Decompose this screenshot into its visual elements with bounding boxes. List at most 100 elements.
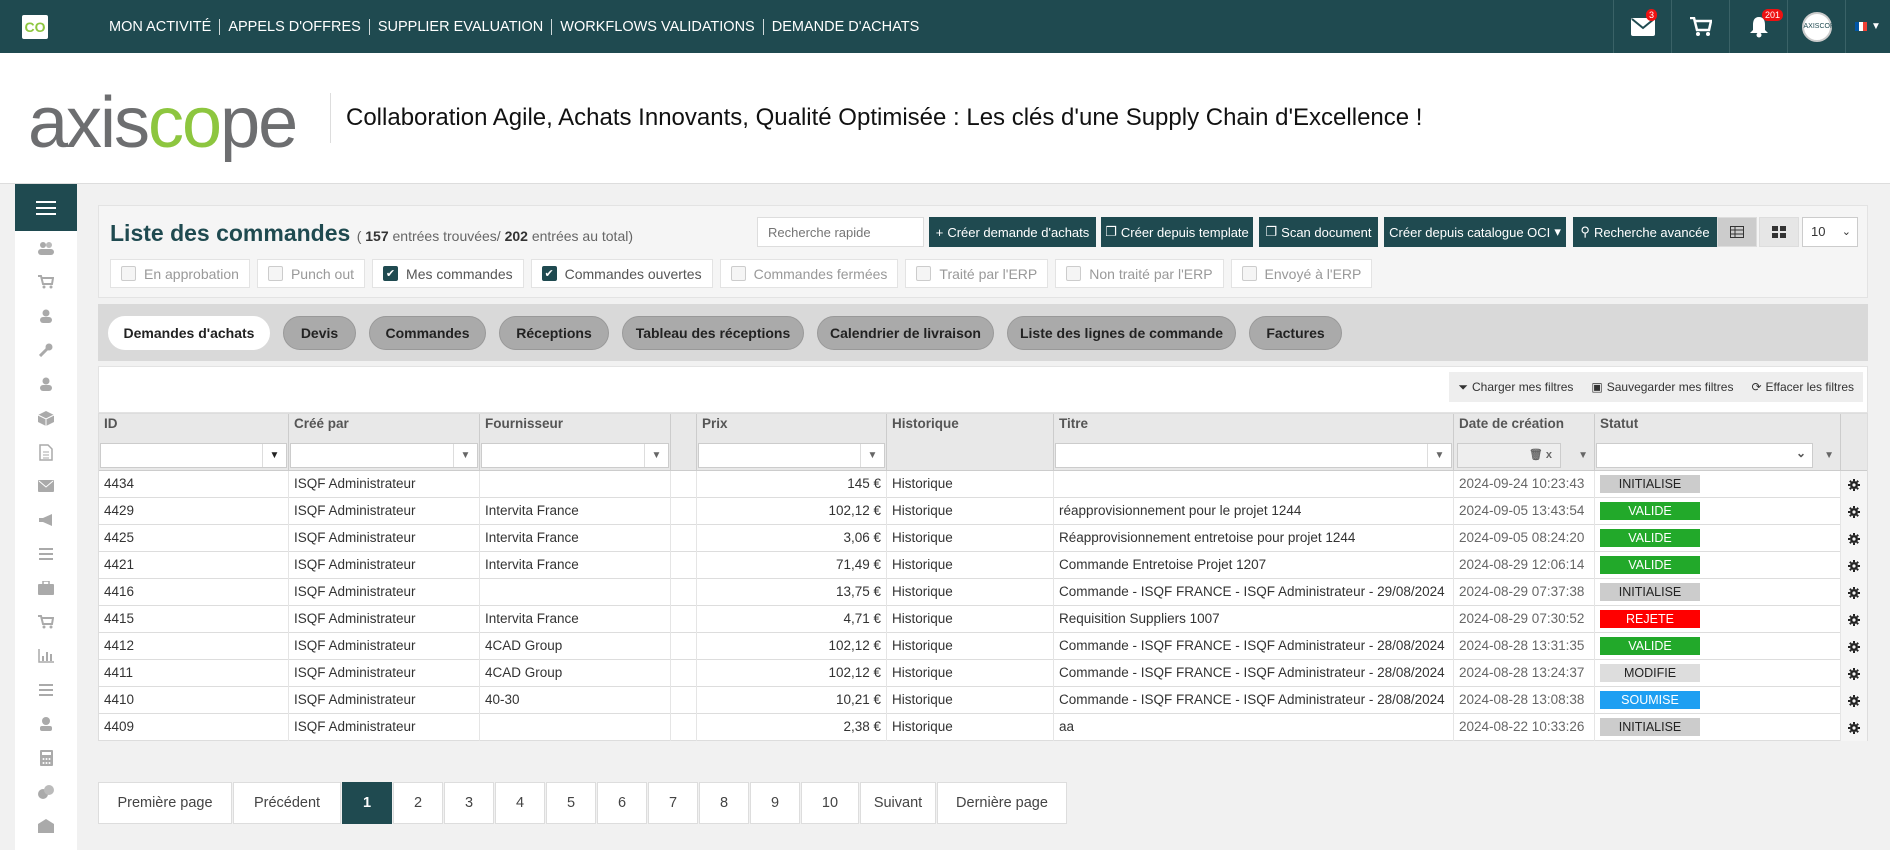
checkbox[interactable] <box>916 266 932 281</box>
pager-button[interactable]: 6 <box>597 782 647 824</box>
table-row[interactable]: 4411 ISQF Administrateur 4CAD Group 102,12 … <box>99 660 1867 687</box>
pager-button[interactable]: 9 <box>750 782 800 824</box>
sidebar-item-warehouse[interactable] <box>15 809 77 843</box>
table-row[interactable]: 4410 ISQF Administrateur 40-30 10,21 € Histo… <box>99 687 1867 714</box>
filter-prix[interactable]: ▼ <box>698 443 885 468</box>
row-actions-button[interactable] <box>1841 660 1867 687</box>
filter-fournisseur[interactable]: ▼ <box>481 443 669 468</box>
row-actions-button[interactable] <box>1841 525 1867 552</box>
tab-receptions[interactable]: Réceptions <box>499 316 609 350</box>
tab-tableau-receptions[interactable]: Tableau des réceptions <box>622 316 804 350</box>
row-actions-button[interactable] <box>1841 552 1867 579</box>
header-statut[interactable]: Statut ⌄ ▼ <box>1595 414 1841 471</box>
notifications-button[interactable]: 201 <box>1729 0 1787 53</box>
pager-button[interactable]: 1 <box>342 782 392 824</box>
filter-caret-icon[interactable]: ▼ <box>1578 450 1588 461</box>
table-row[interactable]: 4415 ISQF Administrateur Intervita France 4… <box>99 606 1867 633</box>
sidebar-item-calculator[interactable] <box>15 741 77 775</box>
table-row[interactable]: 4429 ISQF Administrateur Intervita France 1… <box>99 498 1867 525</box>
create-from-template-button[interactable]: ❐ Créer depuis template <box>1101 217 1253 247</box>
row-actions-button[interactable] <box>1841 471 1867 498</box>
nav-workflows[interactable]: WORKFLOWS VALIDATIONS <box>551 18 762 35</box>
pager-button[interactable]: 10 <box>801 782 859 824</box>
pager-button[interactable]: 7 <box>648 782 698 824</box>
header-fournisseur[interactable]: Fournisseur ▼ <box>480 414 671 471</box>
clear-filters-button[interactable]: ⟳ Effacer les filtres <box>1742 372 1863 402</box>
cell-history[interactable]: Historique <box>887 606 1054 633</box>
oci-catalog-dropdown[interactable]: Créer depuis catalogue OCI ▾ <box>1384 217 1566 247</box>
chip-non-traite-erp[interactable]: Non traité par l'ERP <box>1055 259 1224 288</box>
pager-button[interactable]: 4 <box>495 782 545 824</box>
save-filters-button[interactable]: ▣ Sauvegarder mes filtres <box>1582 372 1742 402</box>
checkbox-checked[interactable]: ✔ <box>383 266 399 281</box>
table-view-button[interactable] <box>1717 217 1757 247</box>
sidebar-item-tools[interactable] <box>15 333 77 367</box>
row-actions-button[interactable] <box>1841 606 1867 633</box>
cell-history[interactable]: Historique <box>887 552 1054 579</box>
row-actions-button[interactable] <box>1841 498 1867 525</box>
nav-supplier-evaluation[interactable]: SUPPLIER EVALUATION <box>368 18 551 35</box>
tab-lignes-commande[interactable]: Liste des lignes de commande <box>1007 316 1236 350</box>
table-row[interactable]: 4425 ISQF Administrateur Intervita France 3… <box>99 525 1867 552</box>
checkbox-checked[interactable]: ✔ <box>541 266 557 281</box>
cell-history[interactable]: Historique <box>887 660 1054 687</box>
table-row[interactable]: 4416 ISQF Administrateur 13,75 € Historique… <box>99 579 1867 606</box>
app-logo[interactable]: CO <box>22 15 48 39</box>
filter-titre[interactable]: ▼ <box>1055 443 1452 468</box>
pager-button[interactable]: 5 <box>546 782 596 824</box>
sidebar-item-reports[interactable] <box>15 639 77 673</box>
table-row[interactable]: 4409 ISQF Administrateur 2,38 € Historique a… <box>99 714 1867 741</box>
cell-history[interactable]: Historique <box>887 498 1054 525</box>
checkbox[interactable] <box>730 266 746 281</box>
chip-traite-erp[interactable]: Traité par l'ERP <box>905 259 1049 288</box>
cell-history[interactable]: Historique <box>887 633 1054 660</box>
menu-toggle[interactable] <box>15 184 77 231</box>
sidebar-item-briefcase[interactable] <box>15 571 77 605</box>
sidebar-item-documents[interactable] <box>15 435 77 469</box>
header-date-creation[interactable]: Date de création 🗑 x ▼ <box>1454 414 1595 471</box>
sidebar-item-users[interactable] <box>15 231 77 265</box>
cell-history[interactable]: Historique <box>887 525 1054 552</box>
row-actions-button[interactable] <box>1841 714 1867 741</box>
header-id[interactable]: ID ▼ <box>99 414 289 471</box>
cell-history[interactable]: Historique <box>887 714 1054 741</box>
pager-button[interactable]: 8 <box>699 782 749 824</box>
cell-history[interactable]: Historique <box>887 579 1054 606</box>
quick-search-input[interactable] <box>757 217 924 247</box>
chip-commandes-ouvertes[interactable]: ✔ Commandes ouvertes <box>530 259 713 288</box>
cart-button[interactable] <box>1671 0 1729 53</box>
sidebar-item-announcements[interactable] <box>15 503 77 537</box>
sidebar-item-coins[interactable] <box>15 775 77 809</box>
sidebar-item-lines[interactable] <box>15 673 77 707</box>
sidebar-item-profile[interactable] <box>15 367 77 401</box>
sidebar-item-support[interactable] <box>15 707 77 741</box>
grid-view-button[interactable] <box>1759 217 1799 247</box>
advanced-search-button[interactable]: ⚲ Recherche avancée <box>1573 217 1717 247</box>
row-actions-button[interactable] <box>1841 633 1867 660</box>
pager-button[interactable]: Dernière page <box>937 782 1067 824</box>
cell-history[interactable]: Historique <box>887 471 1054 498</box>
mail-button[interactable]: 3 <box>1613 0 1671 53</box>
sidebar-item-cart[interactable] <box>15 265 77 299</box>
filter-cree-par[interactable]: ▼ <box>290 443 478 468</box>
pager-button[interactable]: Suivant <box>860 782 936 824</box>
scan-document-button[interactable]: ❐ Scan document <box>1259 217 1378 247</box>
header-prix[interactable]: Prix ▼ <box>697 414 887 471</box>
nav-demande-achats[interactable]: DEMANDE D'ACHATS <box>762 18 928 35</box>
nav-appels-offres[interactable]: APPELS D'OFFRES <box>219 18 369 35</box>
filter-date[interactable]: 🗑 x <box>1457 443 1561 468</box>
create-request-button[interactable]: + Créer demande d'achats <box>929 217 1096 247</box>
header-cree-par[interactable]: Créé par ▼ <box>289 414 480 471</box>
table-row[interactable]: 4421 ISQF Administrateur Intervita France 7… <box>99 552 1867 579</box>
header-titre[interactable]: Titre ▼ <box>1054 414 1454 471</box>
tab-demandes-achats[interactable]: Demandes d'achats <box>108 316 270 350</box>
tab-factures[interactable]: Factures <box>1249 316 1342 350</box>
language-selector[interactable]: ▼ <box>1845 0 1890 53</box>
checkbox[interactable] <box>1241 266 1257 281</box>
checkbox[interactable] <box>1066 266 1082 281</box>
user-menu[interactable]: AXISCOPE <box>1787 0 1845 53</box>
sidebar-item-list[interactable] <box>15 537 77 571</box>
tab-commandes[interactable]: Commandes <box>369 316 486 350</box>
filter-id[interactable]: ▼ <box>100 443 287 468</box>
nav-mon-activite[interactable]: MON ACTIVITÉ <box>109 19 219 35</box>
